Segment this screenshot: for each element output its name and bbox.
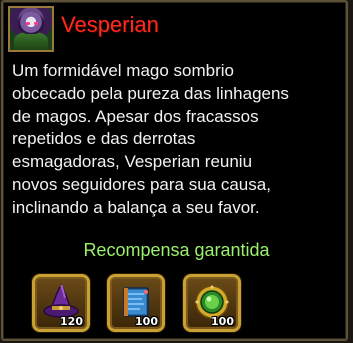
reward-quantity: 100 bbox=[135, 315, 158, 328]
description-line: Um formidável mago sombrio bbox=[12, 61, 235, 80]
description-line: de magos. Apesar dos fracassos bbox=[12, 106, 259, 126]
reward-slot-medallion[interactable]: 100 bbox=[183, 274, 241, 332]
reward-slots: 120 100 100 bbox=[3, 274, 350, 334]
description-line: novos seguidores para sua causa, bbox=[12, 174, 271, 194]
reward-section-title: Recompensa garantida bbox=[83, 240, 270, 260]
hooded-mage-portrait-icon bbox=[8, 6, 54, 52]
character-description: Um formidável mago sombrio obcecado pela… bbox=[12, 60, 344, 220]
reward-quantity: 100 bbox=[211, 315, 234, 328]
reward-quantity: 120 bbox=[60, 315, 83, 328]
description-line: inclinando a balança a seu favor. bbox=[12, 197, 260, 217]
description-line: esmagadoras, Vesperian reuniu bbox=[12, 152, 253, 172]
reward-slot-spellbook[interactable]: 100 bbox=[107, 274, 165, 332]
reward-slot-wizard-hat[interactable]: 120 bbox=[32, 274, 90, 332]
description-line: obcecado pela pureza das linhagens bbox=[12, 83, 289, 103]
description-line: repetidos e das derrotas bbox=[12, 129, 196, 149]
character-name: Vesperian bbox=[61, 12, 159, 37]
boss-info-tooltip: Vesperian Um formidável mago sombrio obc… bbox=[1, 0, 348, 341]
